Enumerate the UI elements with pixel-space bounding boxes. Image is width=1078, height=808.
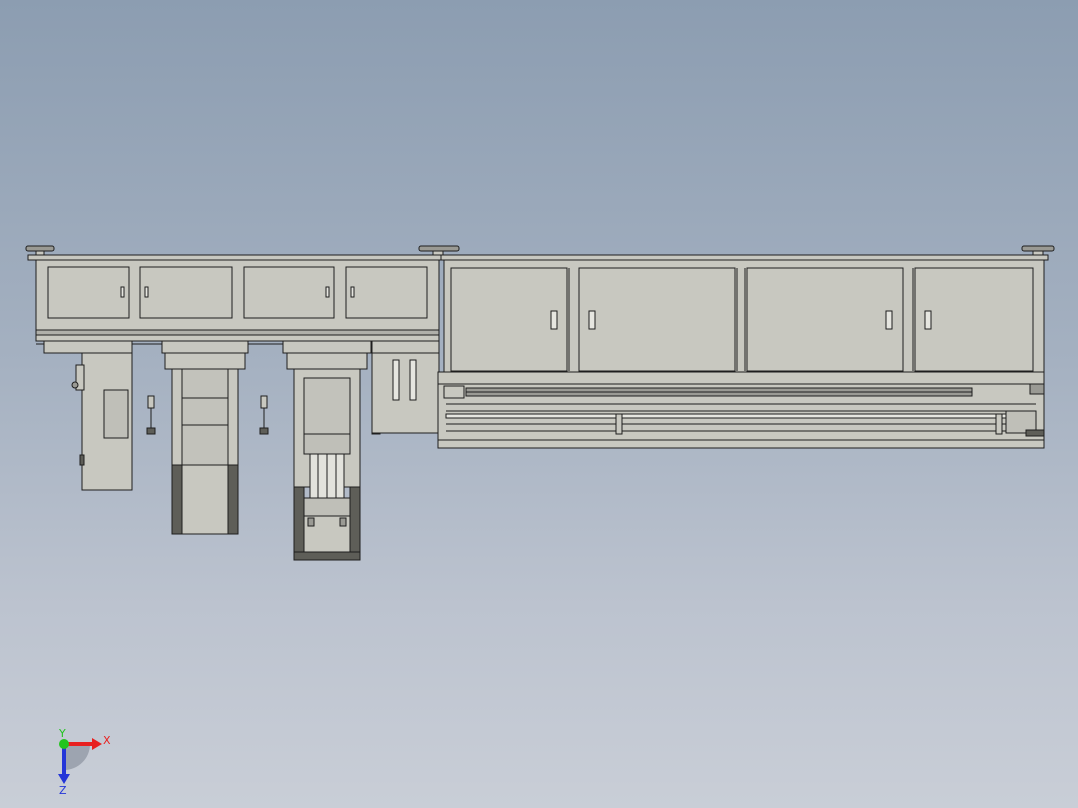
left-cabinet-door-2 (139, 266, 233, 319)
z-axis-arrowhead (58, 774, 70, 784)
axis-triad: X Y Z (58, 727, 111, 796)
dark-housing-2 (293, 486, 305, 561)
right-cabinet-door-4 (914, 267, 1034, 372)
x-axis-arrowhead (92, 738, 102, 750)
right-machine-unit (437, 245, 1055, 449)
triad-shadow-arc (64, 744, 90, 770)
y-axis-dot (59, 739, 69, 749)
cad-viewport[interactable] (0, 0, 1078, 808)
z-axis-label: Z (59, 784, 67, 796)
left-cabinet-door-3 (243, 266, 335, 319)
right-cabinet-door-3 (746, 267, 904, 372)
left-cabinet-door-4 (345, 266, 428, 319)
x-axis-label: X (103, 734, 111, 747)
left-machine-unit (25, 245, 460, 561)
right-cabinet-door-1 (450, 267, 568, 372)
y-axis-label: Y (58, 727, 66, 740)
left-cabinet-door-1 (47, 266, 130, 319)
right-cabinet-door-2 (578, 267, 736, 372)
